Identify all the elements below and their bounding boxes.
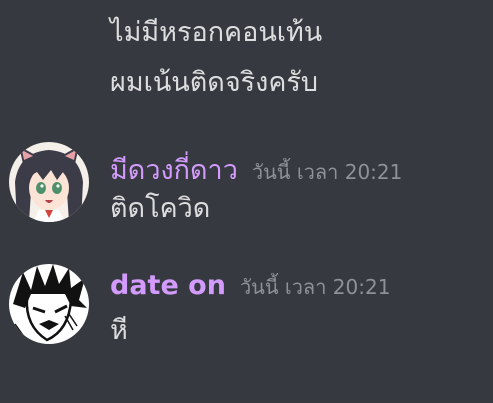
message-text: หี xyxy=(110,315,128,346)
chat-messages: ไม่มีหรอกคอนเท้น ผมเน้นติดจริงครับ มีดวง… xyxy=(0,0,493,403)
manga-character-avatar-icon xyxy=(9,264,89,344)
timestamp[interactable]: วันนี้ เวลา 20:21 xyxy=(252,156,402,188)
message-text: ผมเน้นติดจริงครับ xyxy=(110,67,319,98)
username[interactable]: date on xyxy=(110,270,226,301)
avatar[interactable] xyxy=(9,264,89,344)
anime-girl-avatar-icon xyxy=(9,142,89,222)
username[interactable]: มีดวงกี่ดาว xyxy=(110,148,238,191)
message-header: มีดวงกี่ดาว วันนี้ เวลา 20:21 xyxy=(110,148,402,191)
message-text: ไม่มีหรอกคอนเท้น xyxy=(110,17,323,48)
message-text: ติดโควิด xyxy=(110,193,211,224)
timestamp[interactable]: วันนี้ เวลา 20:21 xyxy=(240,271,390,303)
avatar[interactable] xyxy=(9,142,89,222)
message-header: date on วันนี้ เวลา 20:21 xyxy=(110,270,390,303)
